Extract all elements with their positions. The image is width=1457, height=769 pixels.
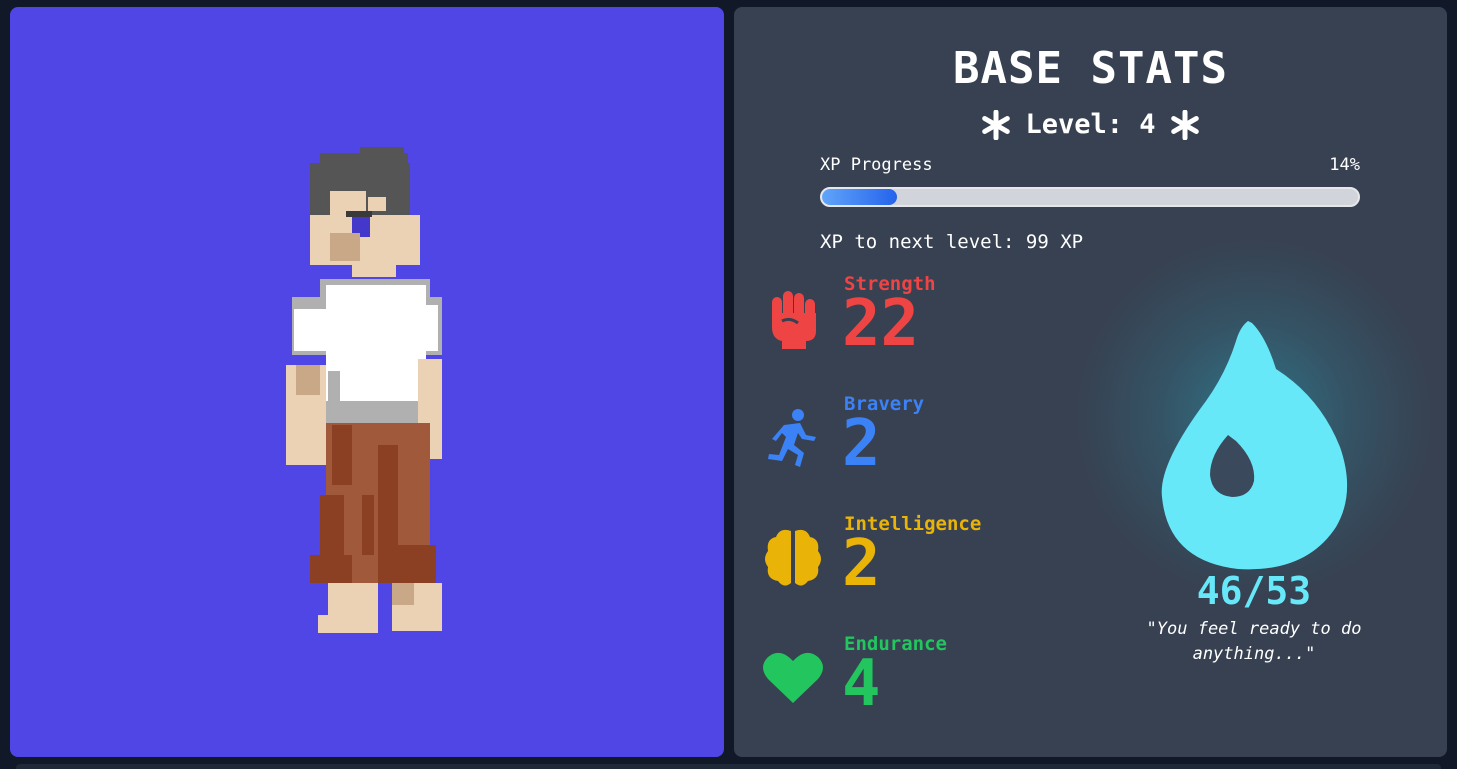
- panel-title: BASE STATS: [953, 43, 1228, 94]
- fist-icon: [772, 291, 816, 349]
- flame-inner-cutout: [1210, 435, 1255, 497]
- stat-value-bravery: 2: [842, 407, 881, 481]
- level-text: Level: 4: [1025, 109, 1156, 140]
- stat-bravery: Bravery 2: [760, 393, 1060, 503]
- asterisk-icon: [982, 109, 1011, 140]
- xp-progress-fill: [822, 189, 898, 205]
- stat-value-intelligence: 2: [842, 527, 881, 601]
- stat-value-strength: 22: [842, 287, 920, 361]
- xp-progress-label: XP Progress: [820, 155, 933, 175]
- running-person-icon: [768, 409, 816, 467]
- character-panel: [10, 7, 724, 757]
- bottom-panel-edge: [16, 764, 1441, 769]
- stats-panel: BASE STATS Level: 4 XP Progress 14% XP t…: [734, 7, 1447, 757]
- pixel-character-avatar: [286, 147, 442, 633]
- stat-endurance: Endurance 4: [760, 633, 1060, 743]
- energy-value: 46/53: [1196, 569, 1312, 613]
- xp-next-level: XP to next level: 99 XP: [820, 231, 1084, 253]
- heart-icon: [763, 652, 823, 703]
- xp-progress-bar: [820, 187, 1360, 207]
- stat-value-endurance: 4: [842, 647, 881, 721]
- asterisk-icon: [1170, 109, 1199, 140]
- stat-intelligence: Intelligence 2: [760, 513, 1060, 623]
- xp-progress-percent: 14%: [1329, 155, 1360, 175]
- energy-quote: "You feel ready to do anything...": [1146, 619, 1362, 664]
- brain-icon: [765, 529, 821, 586]
- level-row: Level: 4: [734, 109, 1447, 140]
- stat-strength: Strength 22: [760, 273, 1060, 383]
